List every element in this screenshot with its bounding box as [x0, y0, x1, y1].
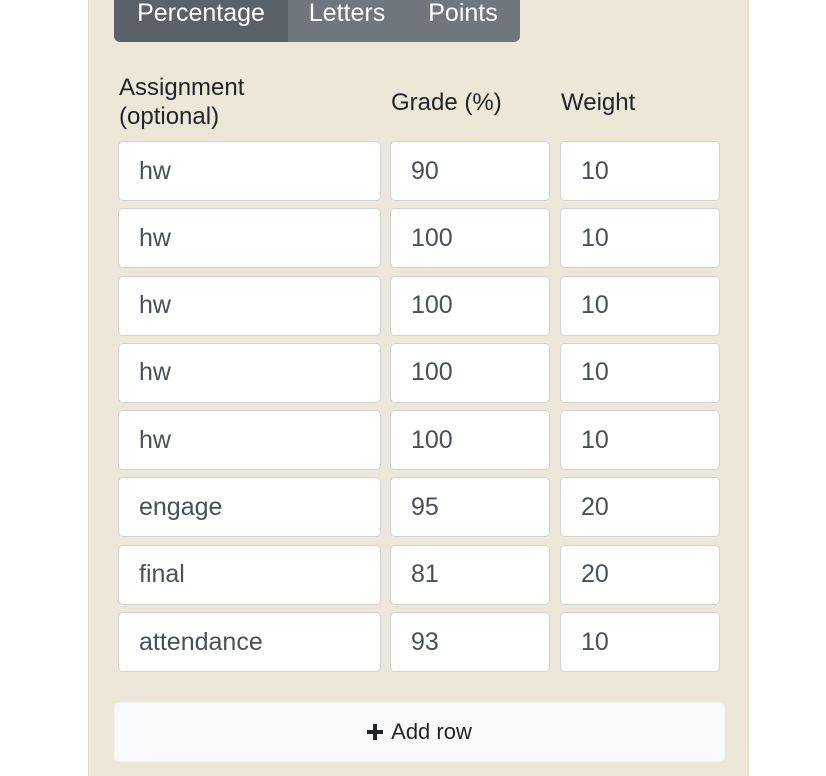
weight-input[interactable]: 10 — [560, 612, 720, 673]
header-assignment: Assignment (optional) — [119, 74, 245, 130]
grade-input[interactable]: 100 — [390, 275, 550, 336]
assignment-input[interactable]: attendance — [118, 612, 381, 673]
grade-input[interactable]: 100 — [390, 342, 550, 403]
add-row-button[interactable]: Add row — [114, 702, 725, 762]
add-row-label: Add row — [391, 719, 472, 744]
tab-letters[interactable]: Letters — [288, 0, 406, 42]
header-grade: Grade (%) — [391, 89, 502, 116]
grade-input[interactable]: 93 — [390, 612, 550, 673]
assignment-input[interactable]: hw — [118, 141, 381, 201]
weight-input[interactable]: 20 — [560, 477, 720, 538]
tab-points[interactable]: Points — [406, 0, 520, 42]
grade-input[interactable]: 81 — [390, 544, 550, 605]
grade-input[interactable]: 100 — [390, 410, 550, 471]
weight-input[interactable]: 10 — [560, 342, 720, 403]
weight-input[interactable]: 10 — [560, 208, 720, 269]
weight-input[interactable]: 10 — [560, 141, 720, 201]
header-weight: Weight — [561, 89, 636, 116]
assignment-input[interactable]: hw — [118, 342, 381, 403]
assignment-input[interactable]: hw — [118, 208, 381, 269]
weight-input[interactable]: 20 — [560, 544, 720, 605]
tab-percentage[interactable]: Percentage — [114, 0, 288, 42]
grade-input[interactable]: 100 — [390, 208, 550, 269]
weight-input[interactable]: 10 — [560, 275, 720, 336]
plus-icon — [367, 724, 384, 740]
assignment-input[interactable]: hw — [118, 275, 381, 336]
grade-input[interactable]: 95 — [390, 477, 550, 538]
assignment-input[interactable]: hw — [118, 410, 381, 471]
weight-input[interactable]: 10 — [560, 410, 720, 471]
assignment-input[interactable]: final — [118, 544, 381, 605]
mode-tabs: Percentage Letters Points — [114, 0, 520, 42]
grade-input[interactable]: 90 — [390, 141, 550, 201]
assignment-input[interactable]: engage — [118, 477, 381, 538]
